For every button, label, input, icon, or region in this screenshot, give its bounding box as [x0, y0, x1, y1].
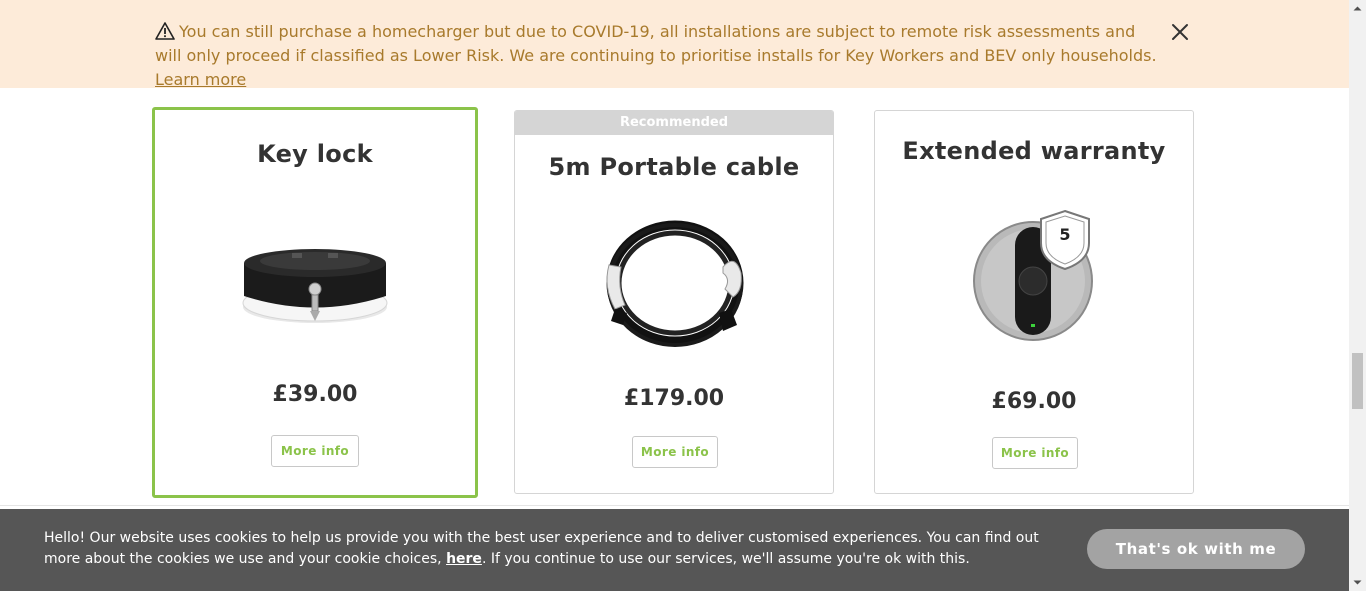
- recommended-ribbon: Recommended: [515, 111, 833, 135]
- cookie-consent-bar: Hello! Our website uses cookies to help …: [0, 509, 1349, 591]
- cookie-text-after: . If you continue to use our services, w…: [481, 551, 970, 567]
- product-price: £69.00: [991, 389, 1077, 414]
- key-lock-image: [240, 241, 390, 331]
- product-card-key-lock[interactable]: Key lock £39.00 More info: [152, 107, 478, 498]
- close-icon[interactable]: [1170, 22, 1190, 42]
- covid-banner: You can still purchase a homecharger but…: [0, 0, 1349, 89]
- product-card-extended-warranty[interactable]: Extended warranty 5 £69.00 More info: [874, 110, 1194, 494]
- page: You can still purchase a homecharger but…: [0, 0, 1366, 591]
- product-price: £179.00: [623, 386, 725, 411]
- portable-cable-image: [601, 217, 749, 349]
- product-title: 5m Portable cable: [548, 153, 800, 181]
- product-title: Key lock: [257, 140, 373, 168]
- cookie-message: Hello! Our website uses cookies to help …: [44, 528, 1064, 570]
- cookie-here-link[interactable]: here: [446, 551, 482, 567]
- warning-icon: [155, 22, 175, 40]
- learn-more-link[interactable]: Learn more: [155, 70, 246, 89]
- scroll-up-arrow-icon[interactable]: [1349, 0, 1366, 17]
- divider: [0, 505, 1349, 506]
- banner-message-block: You can still purchase a homecharger but…: [155, 20, 1165, 92]
- scrollbar-thumb[interactable]: [1352, 353, 1363, 409]
- warranty-years-badge: 5: [1059, 225, 1071, 244]
- more-info-button[interactable]: More info: [271, 435, 359, 467]
- more-info-button[interactable]: More info: [992, 437, 1078, 469]
- product-card-portable-cable[interactable]: Recommended 5m Portable cable £179.00 Mo…: [514, 110, 834, 494]
- more-info-button[interactable]: More info: [632, 436, 718, 468]
- banner-message: You can still purchase a homecharger but…: [155, 22, 1157, 65]
- scroll-down-arrow-icon[interactable]: [1349, 574, 1366, 591]
- vertical-scrollbar[interactable]: [1349, 0, 1366, 591]
- product-price: £39.00: [272, 382, 358, 407]
- product-title: Extended warranty: [902, 137, 1166, 165]
- accept-cookies-button[interactable]: That's ok with me: [1087, 529, 1305, 569]
- extended-warranty-image: 5: [973, 209, 1098, 341]
